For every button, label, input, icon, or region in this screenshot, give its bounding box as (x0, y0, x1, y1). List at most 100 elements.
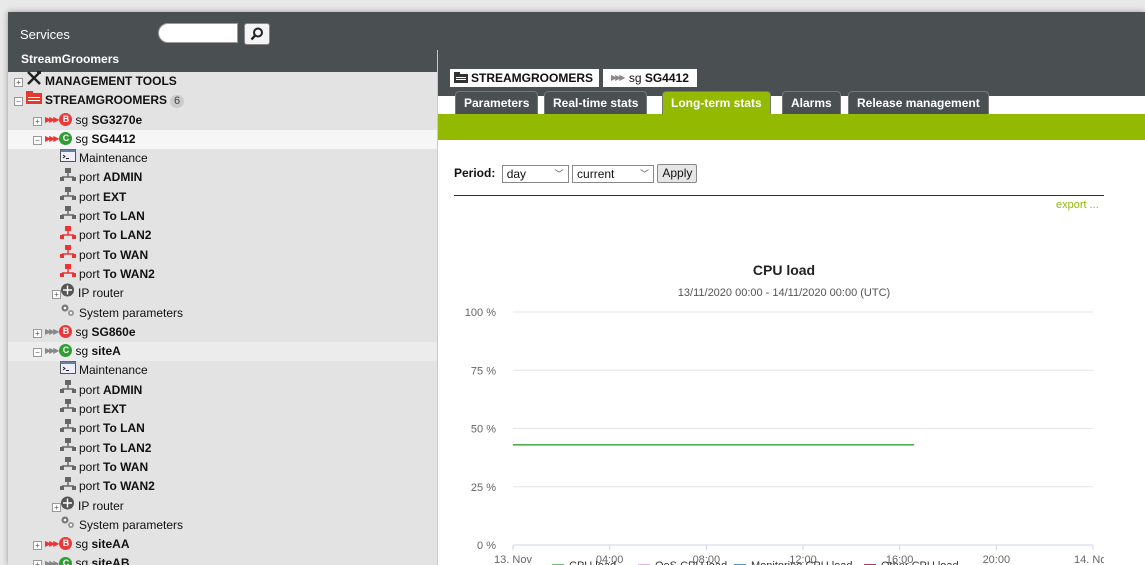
tree-item-label: System parameters (60, 304, 183, 324)
tab-alarms[interactable]: Alarms (782, 91, 841, 114)
tree-item[interactable]: + ▶▶▶ Bsg siteAA (8, 535, 437, 554)
tree-item[interactable]: − ▶▶▶ Csg siteA (8, 342, 437, 362)
tab-real-time-stats[interactable]: Real-time stats (544, 91, 648, 114)
port-red-icon (60, 225, 76, 245)
collapse-icon[interactable]: − (14, 97, 23, 107)
tree-item-label: port EXT (60, 187, 127, 207)
tree-item-label: port ADMIN (60, 380, 142, 400)
tree-item-label: port To LAN (60, 206, 145, 226)
collapse-icon[interactable]: − (33, 348, 42, 358)
tree-item-name: To LAN2 (103, 440, 152, 455)
port-icon (60, 476, 76, 496)
port-icon (60, 187, 76, 206)
chevron-down-icon: ﹀ (640, 168, 650, 179)
router-icon (60, 283, 75, 303)
streamgroomer-b-icon: B (59, 537, 73, 551)
tree-item[interactable]: port EXT (8, 187, 437, 207)
period-select[interactable]: day ﹀ (501, 164, 569, 183)
tree-item[interactable]: port To WAN2 (8, 476, 437, 496)
streamgroomer-arrows-icon: ▶▶▶ (45, 327, 60, 337)
tab-accent-bar (438, 114, 1145, 140)
period-controls: Period: day ﹀ current ﹀ Apply (454, 163, 698, 184)
tree-item[interactable]: + ▶▶▶ Bsg SG3270e (8, 111, 437, 130)
tree-item[interactable]: port To LAN2 (8, 437, 437, 458)
tree-item-label: ▶▶▶ Csg siteA (45, 342, 121, 361)
streamgroomer-arrows-icon: ▶▶▶ (611, 72, 626, 82)
tree-item[interactable]: Maintenance (8, 148, 437, 168)
legend-item: QoS CPU load (655, 560, 727, 565)
tree-item[interactable]: port To WAN (8, 245, 437, 265)
tree-item[interactable]: + ▶▶▶ Bsg SG860e (8, 323, 437, 342)
tree-item[interactable]: port To LAN2 (8, 225, 437, 245)
tree-item-name: EXT (103, 189, 127, 204)
breadcrumb-device[interactable]: ▶▶▶ sg SG4412 (603, 69, 697, 87)
folder-icon (26, 90, 42, 110)
tree-item-name: To LAN (103, 421, 145, 436)
expand-icon[interactable]: + (33, 541, 42, 551)
tree-item-label: System parameters (60, 516, 183, 536)
y-tick-label: 25 % (471, 482, 496, 494)
chart-title: CPU load (753, 262, 815, 278)
tree-item[interactable]: Maintenance (8, 360, 437, 380)
tab-long-term-stats[interactable]: Long-term stats (662, 91, 771, 114)
tree-item[interactable]: − ▶▶▶ Csg SG4412 (8, 129, 437, 150)
tree-item[interactable]: port ADMIN (8, 380, 437, 400)
port-icon (60, 418, 76, 438)
tree-item-label: ▶▶▶ Csg SG4412 (45, 130, 136, 149)
search-input[interactable] (158, 23, 238, 43)
tree-item[interactable]: port To LAN (8, 418, 437, 438)
expand-icon[interactable]: + (33, 560, 42, 565)
tree-item[interactable]: System parameters (8, 304, 437, 323)
tree-item-name: SG3270e (91, 112, 143, 127)
breadcrumb-device-label: SG4412 (644, 71, 689, 85)
tree-item[interactable]: System parameters (8, 516, 437, 535)
tree-item[interactable]: port To WAN (8, 457, 437, 477)
sidebar-header: StreamGroomers (8, 50, 437, 72)
y-tick-label: 50 % (471, 424, 496, 436)
y-tick-label: 100 % (465, 307, 496, 319)
tree-item-label: IP router (60, 283, 124, 304)
tree-item[interactable]: + IP router (8, 496, 437, 516)
range-select[interactable]: current ﹀ (572, 164, 655, 183)
breadcrumb-root[interactable]: STREAMGROOMERS (450, 69, 600, 87)
top-bar: Services (8, 12, 1145, 50)
tree-item[interactable]: port To LAN (8, 206, 437, 226)
tab-release-management[interactable]: Release management (848, 91, 989, 114)
services-label: Services (20, 27, 70, 42)
tree-item[interactable]: − STREAMGROOMERS 6 (8, 90, 437, 110)
tree-item-name: To LAN (103, 209, 145, 224)
collapse-icon[interactable]: − (33, 135, 42, 145)
search-button[interactable] (244, 23, 270, 45)
streamgroomer-arrows-icon: ▶▶▶ (45, 558, 60, 565)
tree-item-text: Maintenance (79, 151, 148, 166)
tree-item-name: siteAA (91, 537, 130, 552)
tab-parameters[interactable]: Parameters (455, 91, 539, 114)
tree-item[interactable]: port EXT (8, 399, 437, 419)
streamgroomer-b-icon: B (59, 325, 73, 339)
tree-item-label: port To WAN (60, 245, 148, 265)
tree-item-name: To WAN (103, 459, 149, 474)
tree-item[interactable]: port ADMIN (8, 167, 437, 187)
tree-item[interactable]: + ▶▶▶ Csg siteAB (8, 554, 437, 565)
count-badge: 6 (170, 95, 185, 109)
tools-icon (26, 71, 42, 91)
tree-item-label: MANAGEMENT TOOLS (26, 71, 177, 92)
gears-icon (60, 303, 76, 323)
tree-item[interactable]: + MANAGEMENT TOOLS (8, 71, 437, 92)
period-label: Period: (454, 166, 496, 180)
tree-item-text: port (79, 402, 104, 417)
streamgroomer-c-icon: C (59, 132, 73, 146)
tree-item[interactable]: + IP router (8, 283, 437, 304)
tree-item-name: SG860e (91, 324, 136, 339)
expand-icon[interactable]: + (14, 78, 23, 87)
tree-item-label: port To WAN2 (60, 264, 155, 284)
legend-item: Monitoring CPU load (751, 560, 853, 565)
expand-icon[interactable]: + (33, 116, 42, 126)
tree-item-label: port To LAN (60, 418, 145, 438)
streamgroomer-arrows-icon: ▶▶▶ (45, 134, 60, 144)
tree-item-text: port (79, 189, 104, 204)
tree-item[interactable]: port To WAN2 (8, 264, 437, 284)
apply-button[interactable]: Apply (657, 164, 698, 184)
tree-item-name: To WAN2 (103, 479, 155, 494)
expand-icon[interactable]: + (33, 328, 42, 338)
